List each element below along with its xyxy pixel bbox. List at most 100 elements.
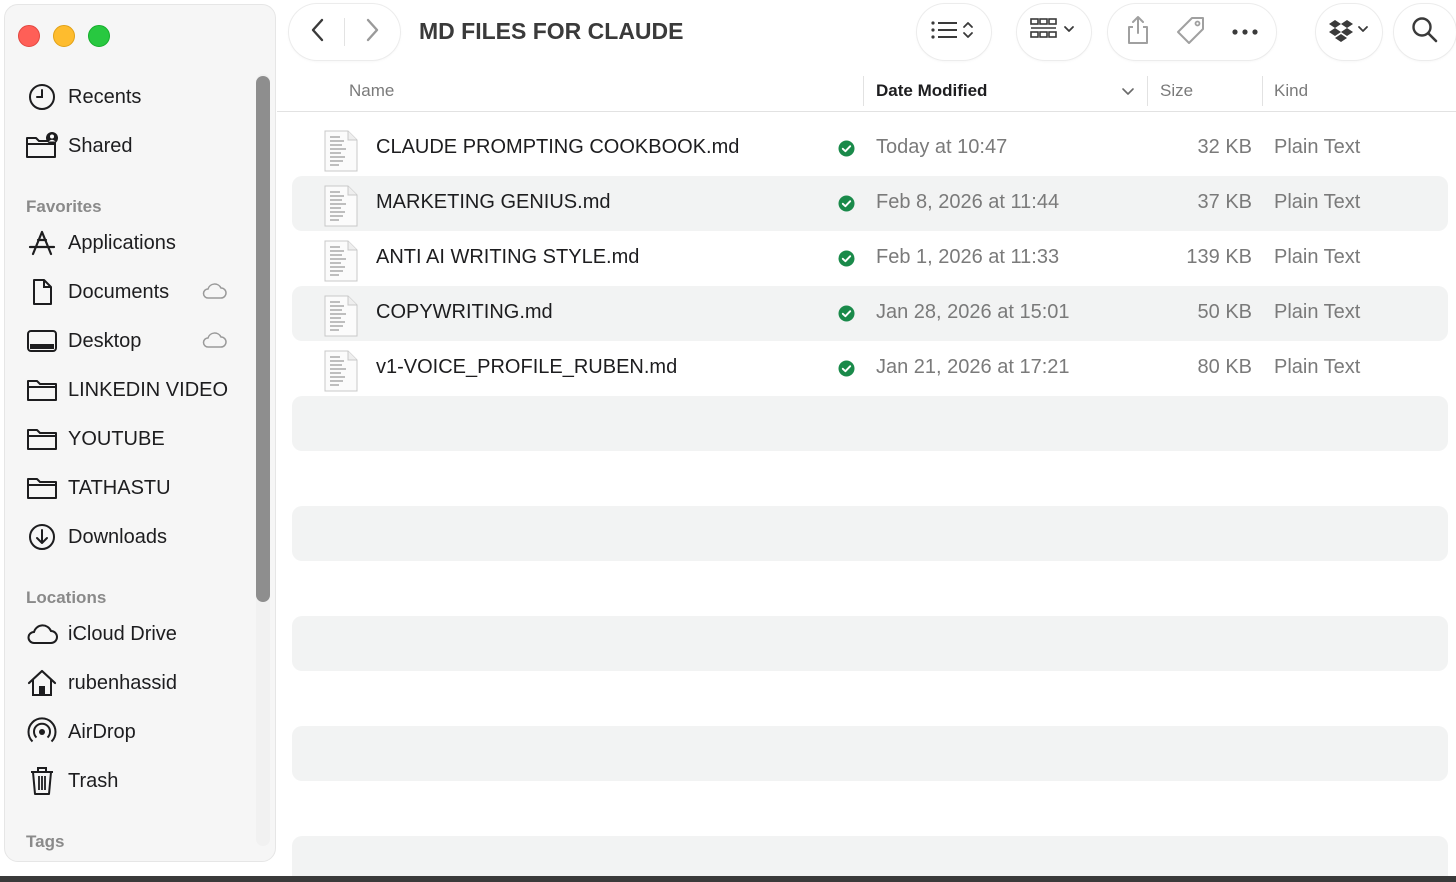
favorites-header: Favorites bbox=[26, 197, 102, 216]
synced-check-icon bbox=[838, 140, 855, 162]
desktop-icon bbox=[25, 324, 59, 358]
file-size: 80 KB bbox=[1197, 356, 1252, 378]
column-header-size[interactable]: Size bbox=[1160, 81, 1193, 101]
dropbox-button[interactable] bbox=[1316, 4, 1382, 60]
folder-icon bbox=[25, 471, 59, 505]
sidebar-item-applications[interactable]: Applications bbox=[25, 225, 245, 261]
close-button[interactable] bbox=[18, 25, 40, 47]
sidebar-item-icloud-drive[interactable]: iCloud Drive bbox=[25, 616, 245, 652]
list-view-icon bbox=[929, 17, 979, 48]
share-icon[interactable] bbox=[1126, 15, 1150, 50]
file-row[interactable]: CLAUDE PROMPTING COOKBOOK.md Today at 10… bbox=[292, 121, 1448, 176]
file-row[interactable]: COPYWRITING.md Jan 28, 2026 at 15:01 50 … bbox=[292, 286, 1448, 341]
window-bottom-edge bbox=[0, 876, 1456, 882]
forward-button[interactable] bbox=[346, 4, 398, 60]
search-button[interactable] bbox=[1394, 4, 1456, 60]
trash-icon bbox=[25, 764, 59, 798]
file-kind: Plain Text bbox=[1274, 246, 1361, 268]
file-size: 50 KB bbox=[1197, 301, 1252, 323]
file-name: MARKETING GENIUS.md bbox=[376, 191, 611, 213]
empty-row bbox=[292, 506, 1448, 561]
file-size: 32 KB bbox=[1197, 136, 1252, 158]
sidebar-item-label: AirDrop bbox=[68, 720, 136, 743]
forward-icon bbox=[362, 17, 382, 48]
sidebar-item-youtube[interactable]: YOUTUBE bbox=[25, 421, 245, 457]
column-divider[interactable] bbox=[1262, 76, 1263, 106]
sidebar-item-downloads[interactable]: Downloads bbox=[25, 519, 245, 555]
window-title: MD FILES FOR CLAUDE bbox=[419, 18, 684, 44]
navigation-control bbox=[289, 4, 400, 60]
sidebar-item-recents[interactable]: Recents bbox=[25, 79, 245, 115]
sidebar-scrollbar-thumb[interactable] bbox=[256, 76, 270, 602]
back-icon bbox=[308, 17, 328, 48]
minimize-button[interactable] bbox=[53, 25, 75, 47]
file-date: Jan 28, 2026 at 15:01 bbox=[876, 301, 1070, 323]
sort-chevron-down-icon[interactable] bbox=[1121, 84, 1135, 102]
more-icon[interactable] bbox=[1232, 23, 1258, 41]
sidebar-item-label: Recents bbox=[68, 85, 142, 108]
dropbox-icon bbox=[1328, 17, 1370, 48]
file-date: Feb 1, 2026 at 11:33 bbox=[876, 246, 1060, 268]
icloud-status-icon bbox=[201, 330, 227, 355]
sidebar-item-label: TATHASTU bbox=[68, 476, 171, 499]
file-name: ANTI AI WRITING STYLE.md bbox=[376, 246, 640, 268]
back-button[interactable] bbox=[292, 4, 344, 60]
sidebar-item-label: Trash bbox=[68, 769, 119, 792]
file-size: 37 KB bbox=[1197, 191, 1252, 213]
sidebar-item-shared[interactable]: Shared bbox=[25, 128, 245, 164]
home-icon bbox=[25, 666, 59, 700]
file-kind: Plain Text bbox=[1274, 356, 1361, 378]
file-date: Feb 8, 2026 at 11:44 bbox=[876, 191, 1060, 213]
file-row[interactable]: ANTI AI WRITING STYLE.md Feb 1, 2026 at … bbox=[292, 231, 1448, 286]
sidebar-item-home[interactable]: rubenhassid bbox=[25, 665, 245, 701]
sidebar-item-airdrop[interactable]: AirDrop bbox=[25, 714, 245, 750]
locations-header: Locations bbox=[26, 588, 107, 607]
sidebar-item-label: Documents bbox=[68, 280, 170, 303]
file-kind: Plain Text bbox=[1274, 301, 1361, 323]
synced-check-icon bbox=[838, 360, 855, 382]
sidebar-item-linkedin-video[interactable]: LINKEDIN VIDEO bbox=[25, 372, 245, 408]
sidebar-item-label: YOUTUBE bbox=[68, 427, 165, 450]
zoom-button[interactable] bbox=[88, 25, 110, 47]
applications-icon bbox=[25, 226, 59, 260]
file-row[interactable]: MARKETING GENIUS.md Feb 8, 2026 at 11:44… bbox=[292, 176, 1448, 231]
search-icon bbox=[1411, 16, 1439, 49]
sidebar-item-tathastu[interactable]: TATHASTU bbox=[25, 470, 245, 506]
folder-icon bbox=[25, 422, 59, 456]
column-divider[interactable] bbox=[1147, 76, 1148, 106]
grid-view-icon bbox=[1029, 17, 1079, 48]
tag-icon[interactable] bbox=[1176, 15, 1206, 50]
column-header-date-modified[interactable]: Date Modified bbox=[876, 81, 987, 101]
file-size: 139 KB bbox=[1186, 246, 1252, 268]
tags-header: Tags bbox=[26, 832, 65, 851]
file-name: COPYWRITING.md bbox=[376, 301, 553, 323]
folder-icon bbox=[25, 373, 59, 407]
file-row[interactable]: v1-VOICE_PROFILE_RUBEN.md Jan 21, 2026 a… bbox=[292, 341, 1448, 396]
column-header-kind[interactable]: Kind bbox=[1274, 81, 1308, 101]
nav-divider bbox=[344, 18, 345, 46]
cloud-icon bbox=[25, 617, 59, 651]
text-file-icon bbox=[324, 185, 358, 232]
column-divider[interactable] bbox=[863, 76, 864, 106]
sidebar-item-trash[interactable]: Trash bbox=[25, 763, 245, 799]
sidebar-item-label: iCloud Drive bbox=[68, 622, 177, 645]
text-file-icon bbox=[324, 240, 358, 287]
group-view-button[interactable] bbox=[1017, 4, 1091, 60]
sidebar-item-label: Applications bbox=[68, 231, 176, 254]
document-icon bbox=[25, 275, 59, 309]
sidebar-item-label: Desktop bbox=[68, 329, 142, 352]
text-file-icon bbox=[324, 295, 358, 342]
sidebar-item-desktop[interactable]: Desktop bbox=[25, 323, 245, 359]
text-file-icon bbox=[324, 350, 358, 397]
file-name: CLAUDE PROMPTING COOKBOOK.md bbox=[376, 136, 740, 158]
list-view-button[interactable] bbox=[917, 4, 991, 60]
sidebar-item-label: rubenhassid bbox=[68, 671, 177, 694]
sidebar-item-label: Downloads bbox=[68, 525, 167, 548]
column-header-name[interactable]: Name bbox=[349, 81, 394, 101]
file-date: Today at 10:47 bbox=[876, 136, 1008, 158]
synced-check-icon bbox=[838, 305, 855, 327]
empty-row bbox=[292, 836, 1448, 876]
actions-group bbox=[1108, 4, 1276, 60]
sidebar-item-documents[interactable]: Documents bbox=[25, 274, 245, 310]
synced-check-icon bbox=[838, 250, 855, 272]
